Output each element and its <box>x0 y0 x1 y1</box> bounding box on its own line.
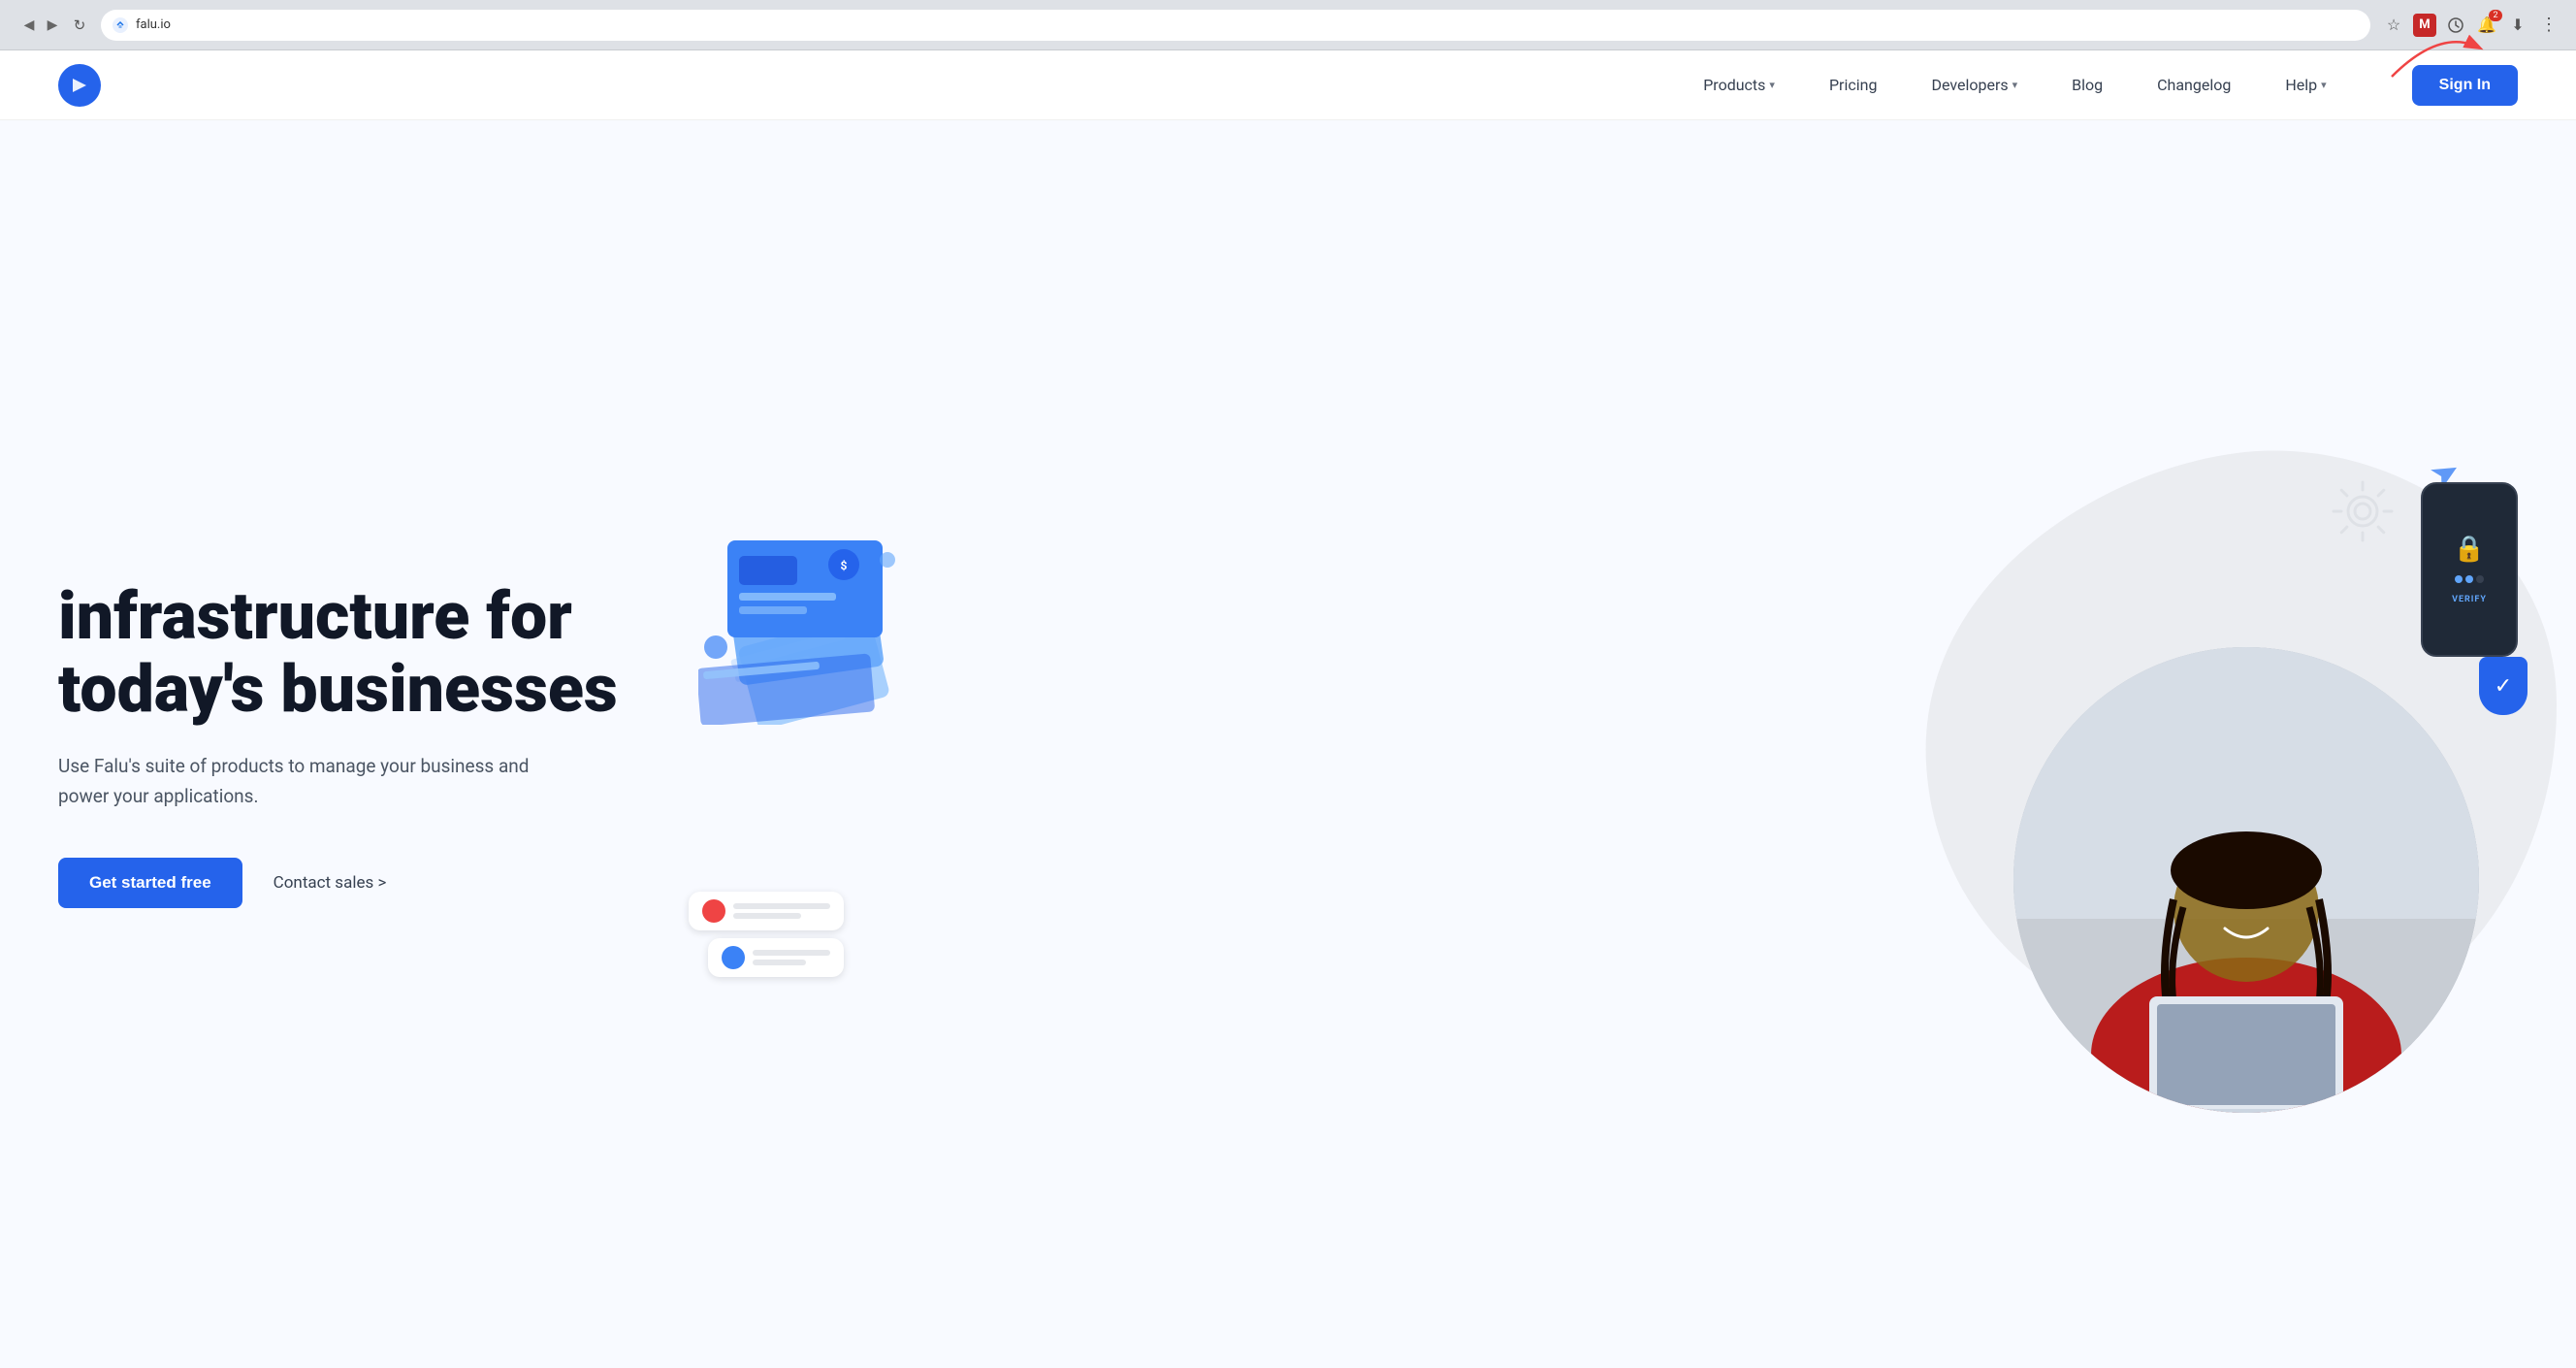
nav-products[interactable]: Products ▾ <box>1676 50 1802 120</box>
hero-person-image <box>2013 647 2479 1113</box>
person-svg <box>2013 647 2479 1113</box>
hero-title-line2: today's businesses <box>58 650 618 728</box>
chat-line <box>733 903 830 909</box>
nav-changelog-label: Changelog <box>2157 76 2231 94</box>
hero-illustration: $ <box>660 453 2518 1035</box>
logo[interactable] <box>58 64 101 107</box>
svg-text:$: $ <box>841 559 848 572</box>
url-text: falu.io <box>136 17 171 32</box>
card-stack-illustration: $ <box>698 511 912 725</box>
hero-cta: Get started free Contact sales > <box>58 858 660 908</box>
nav-arrows: ◀ ▶ <box>19 16 62 35</box>
extension-2[interactable] <box>2444 14 2467 37</box>
site-header: Products ▾ Pricing Developers ▾ Blog Cha… <box>0 50 2576 120</box>
nav-products-label: Products <box>1703 76 1765 94</box>
chat-bubble-1 <box>689 892 844 930</box>
back-button[interactable]: ◀ <box>19 16 39 35</box>
chat-line <box>753 960 806 965</box>
nav-developers[interactable]: Developers ▾ <box>1904 50 2045 120</box>
nav-help-label: Help <box>2285 76 2317 94</box>
contact-sales-link[interactable]: Contact sales > <box>274 873 387 893</box>
chat-lines-1 <box>733 903 830 919</box>
hero-title: infrastructure for today's businesses <box>58 580 660 726</box>
site-icon <box>113 17 128 33</box>
chat-line <box>753 950 830 956</box>
refresh-button[interactable]: ↻ <box>70 16 89 35</box>
extension-1[interactable]: M <box>2413 14 2436 37</box>
forward-button[interactable]: ▶ <box>43 16 62 35</box>
chat-lines-2 <box>753 950 830 965</box>
hero-content: infrastructure for today's businesses Us… <box>58 580 660 908</box>
developers-chevron-icon: ▾ <box>2012 79 2018 91</box>
main-nav: Products ▾ Pricing Developers ▾ Blog Cha… <box>1676 50 2353 120</box>
notification-badge: 2 <box>2489 10 2502 21</box>
nav-changelog[interactable]: Changelog <box>2130 50 2258 120</box>
nav-pricing-label: Pricing <box>1829 76 1878 94</box>
header-actions: Sign In <box>2412 65 2518 106</box>
products-chevron-icon: ▾ <box>1769 79 1775 91</box>
address-bar[interactable]: falu.io <box>101 10 2370 41</box>
bookmark-button[interactable]: ☆ <box>2382 14 2405 37</box>
chat-bubble-2 <box>708 938 844 977</box>
nav-developers-label: Developers <box>1931 76 2008 94</box>
browser-controls: ◀ ▶ ↻ <box>16 16 89 35</box>
nav-pricing[interactable]: Pricing <box>1802 50 1905 120</box>
chat-avatar-2 <box>722 946 745 969</box>
signin-button[interactable]: Sign In <box>2412 65 2518 106</box>
verify-label: VERIFY <box>2452 595 2487 604</box>
lock-icon: 🔒 <box>2454 535 2485 564</box>
menu-button[interactable]: ⋮ <box>2537 14 2560 37</box>
cards-svg: $ <box>698 511 912 725</box>
chat-avatar-1 <box>702 899 725 923</box>
phone-rating-dots <box>2455 575 2484 583</box>
logo-circle <box>58 64 101 107</box>
shield-badge: ✓ <box>2479 657 2528 715</box>
extension-3[interactable]: 🔔 2 <box>2475 14 2498 37</box>
get-started-button[interactable]: Get started free <box>58 858 242 908</box>
gear-decoration <box>2324 472 2401 550</box>
chat-bubbles <box>689 892 844 977</box>
nav-blog[interactable]: Blog <box>2045 50 2130 120</box>
help-chevron-icon: ▾ <box>2321 79 2327 91</box>
chat-line <box>733 913 801 919</box>
hero-title-line1: infrastructure for <box>58 577 572 655</box>
hero-section: infrastructure for today's businesses Us… <box>0 120 2576 1368</box>
browser-chrome: ◀ ▶ ↻ falu.io ☆ M 🔔 2 ⬇ ⋮ <box>0 0 2576 50</box>
hero-subtitle: Use Falu's suite of products to manage y… <box>58 752 563 811</box>
extension-downloads[interactable]: ⬇ <box>2506 14 2529 37</box>
nav-help[interactable]: Help ▾ <box>2258 50 2353 120</box>
browser-actions: ☆ M 🔔 2 ⬇ ⋮ <box>2382 14 2560 37</box>
nav-blog-label: Blog <box>2072 76 2103 94</box>
person-placeholder <box>2013 647 2479 1113</box>
phone-security-widget: 🔒 VERIFY <box>2421 482 2518 657</box>
